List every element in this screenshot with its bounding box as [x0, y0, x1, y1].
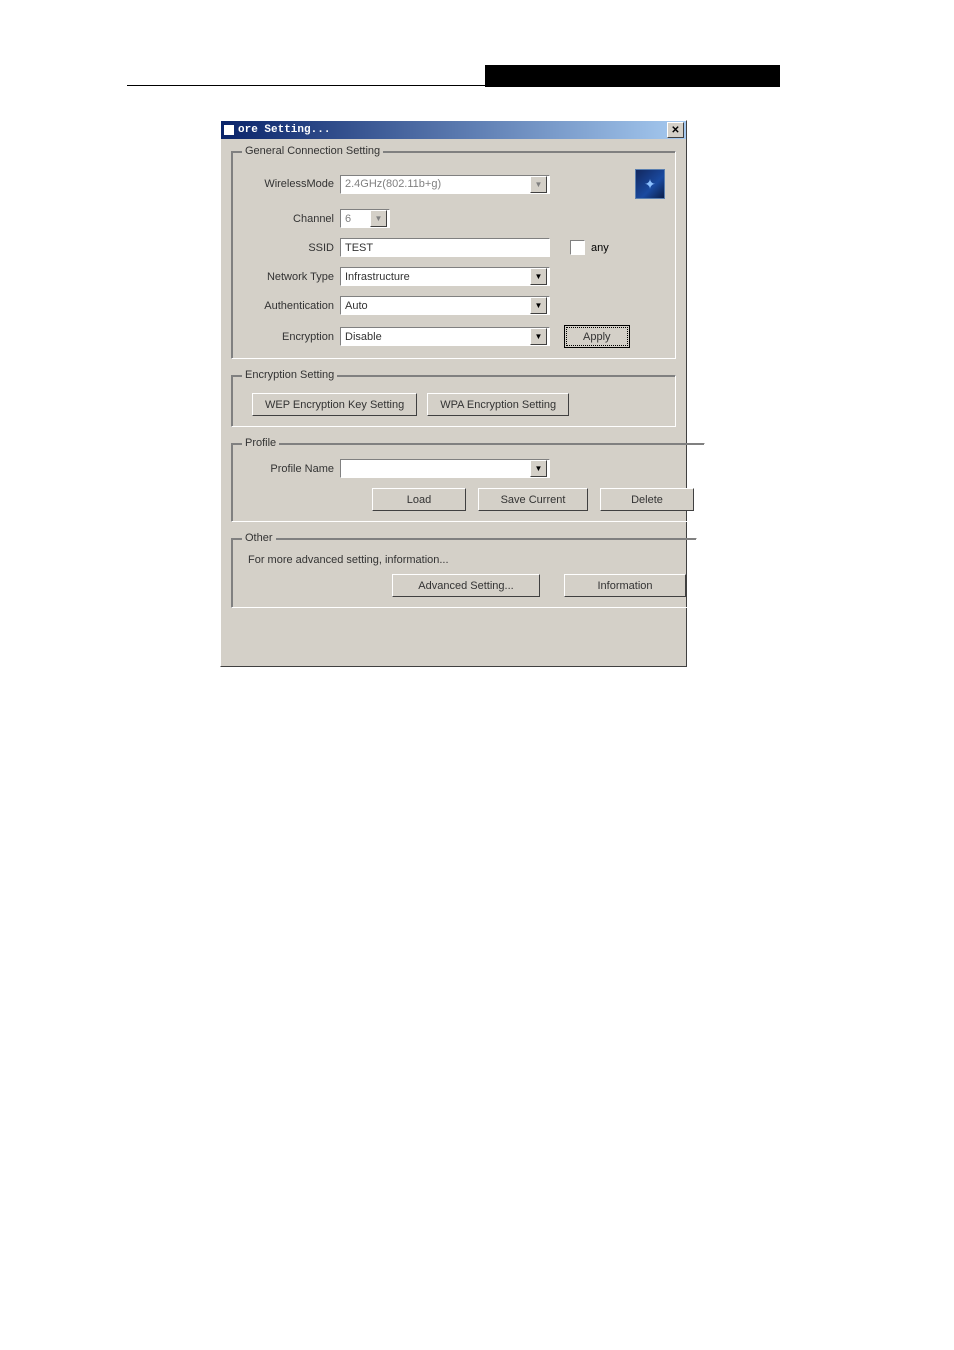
- ssid-input[interactable]: TEST: [340, 238, 550, 257]
- save-button-label: Save Current: [501, 494, 566, 506]
- other-legend: Other: [242, 532, 276, 544]
- ssid-value: TEST: [345, 242, 373, 254]
- ssid-label: SSID: [242, 242, 340, 254]
- titlebar[interactable]: ore Setting... ✕: [221, 121, 686, 139]
- wep-setting-button[interactable]: WEP Encryption Key Setting: [252, 393, 417, 416]
- channel-value: 6: [345, 213, 351, 225]
- information-button[interactable]: Information: [564, 574, 686, 597]
- wpa-button-label: WPA Encryption Setting: [440, 399, 556, 411]
- encryption-legend: Encryption Setting: [242, 369, 337, 381]
- wireless-mode-select: 2.4GHz(802.11b+g) ▼: [340, 175, 550, 194]
- other-text: For more advanced setting, information..…: [242, 552, 686, 574]
- more-setting-dialog: ore Setting... ✕ General Connection Sett…: [220, 120, 687, 667]
- wep-button-label: WEP Encryption Key Setting: [265, 399, 404, 411]
- profile-name-label: Profile Name: [242, 463, 340, 475]
- apply-button-label: Apply: [583, 331, 611, 343]
- information-button-label: Information: [597, 580, 652, 592]
- load-button-label: Load: [407, 494, 431, 506]
- encryption-label: Encryption: [242, 331, 340, 343]
- general-legend: General Connection Setting: [242, 145, 383, 157]
- other-fieldset: Other For more advanced setting, informa…: [231, 532, 697, 608]
- profile-legend: Profile: [242, 437, 279, 449]
- encryption-select[interactable]: Disable ▼: [340, 327, 550, 346]
- advanced-setting-button[interactable]: Advanced Setting...: [392, 574, 540, 597]
- authentication-value: Auto: [345, 300, 368, 312]
- general-connection-fieldset: General Connection Setting WirelessMode …: [231, 145, 676, 359]
- channel-select: 6 ▼: [340, 209, 390, 228]
- close-icon: ✕: [671, 125, 679, 136]
- any-label: any: [591, 242, 609, 254]
- wifi-logo-icon: ✦: [635, 169, 665, 199]
- channel-label: Channel: [242, 213, 340, 225]
- wireless-mode-value: 2.4GHz(802.11b+g): [345, 178, 441, 190]
- dropdown-icon: ▼: [530, 176, 547, 193]
- load-button[interactable]: Load: [372, 488, 466, 511]
- profile-fieldset: Profile Profile Name ▼ Load Save Current: [231, 437, 705, 522]
- header-black-banner: [485, 65, 780, 87]
- authentication-select[interactable]: Auto ▼: [340, 296, 550, 315]
- window-title: ore Setting...: [238, 124, 667, 136]
- dropdown-icon[interactable]: ▼: [530, 268, 547, 285]
- header-divider: [127, 85, 779, 86]
- dropdown-icon[interactable]: ▼: [530, 328, 547, 345]
- encryption-setting-fieldset: Encryption Setting WEP Encryption Key Se…: [231, 369, 676, 427]
- network-type-label: Network Type: [242, 271, 340, 283]
- apply-button[interactable]: Apply: [564, 325, 630, 348]
- profile-name-select[interactable]: ▼: [340, 459, 550, 478]
- close-button[interactable]: ✕: [667, 122, 684, 138]
- encryption-value: Disable: [345, 331, 382, 343]
- window-icon: [224, 125, 234, 135]
- wireless-mode-label: WirelessMode: [242, 178, 340, 190]
- network-type-select[interactable]: Infrastructure ▼: [340, 267, 550, 286]
- wpa-setting-button[interactable]: WPA Encryption Setting: [427, 393, 569, 416]
- save-current-button[interactable]: Save Current: [478, 488, 588, 511]
- network-type-value: Infrastructure: [345, 271, 410, 283]
- advanced-button-label: Advanced Setting...: [418, 580, 513, 592]
- dropdown-icon: ▼: [370, 210, 387, 227]
- dropdown-icon[interactable]: ▼: [530, 297, 547, 314]
- dropdown-icon[interactable]: ▼: [530, 460, 547, 477]
- delete-button-label: Delete: [631, 494, 663, 506]
- authentication-label: Authentication: [242, 300, 340, 312]
- any-checkbox[interactable]: [570, 240, 585, 255]
- delete-button[interactable]: Delete: [600, 488, 694, 511]
